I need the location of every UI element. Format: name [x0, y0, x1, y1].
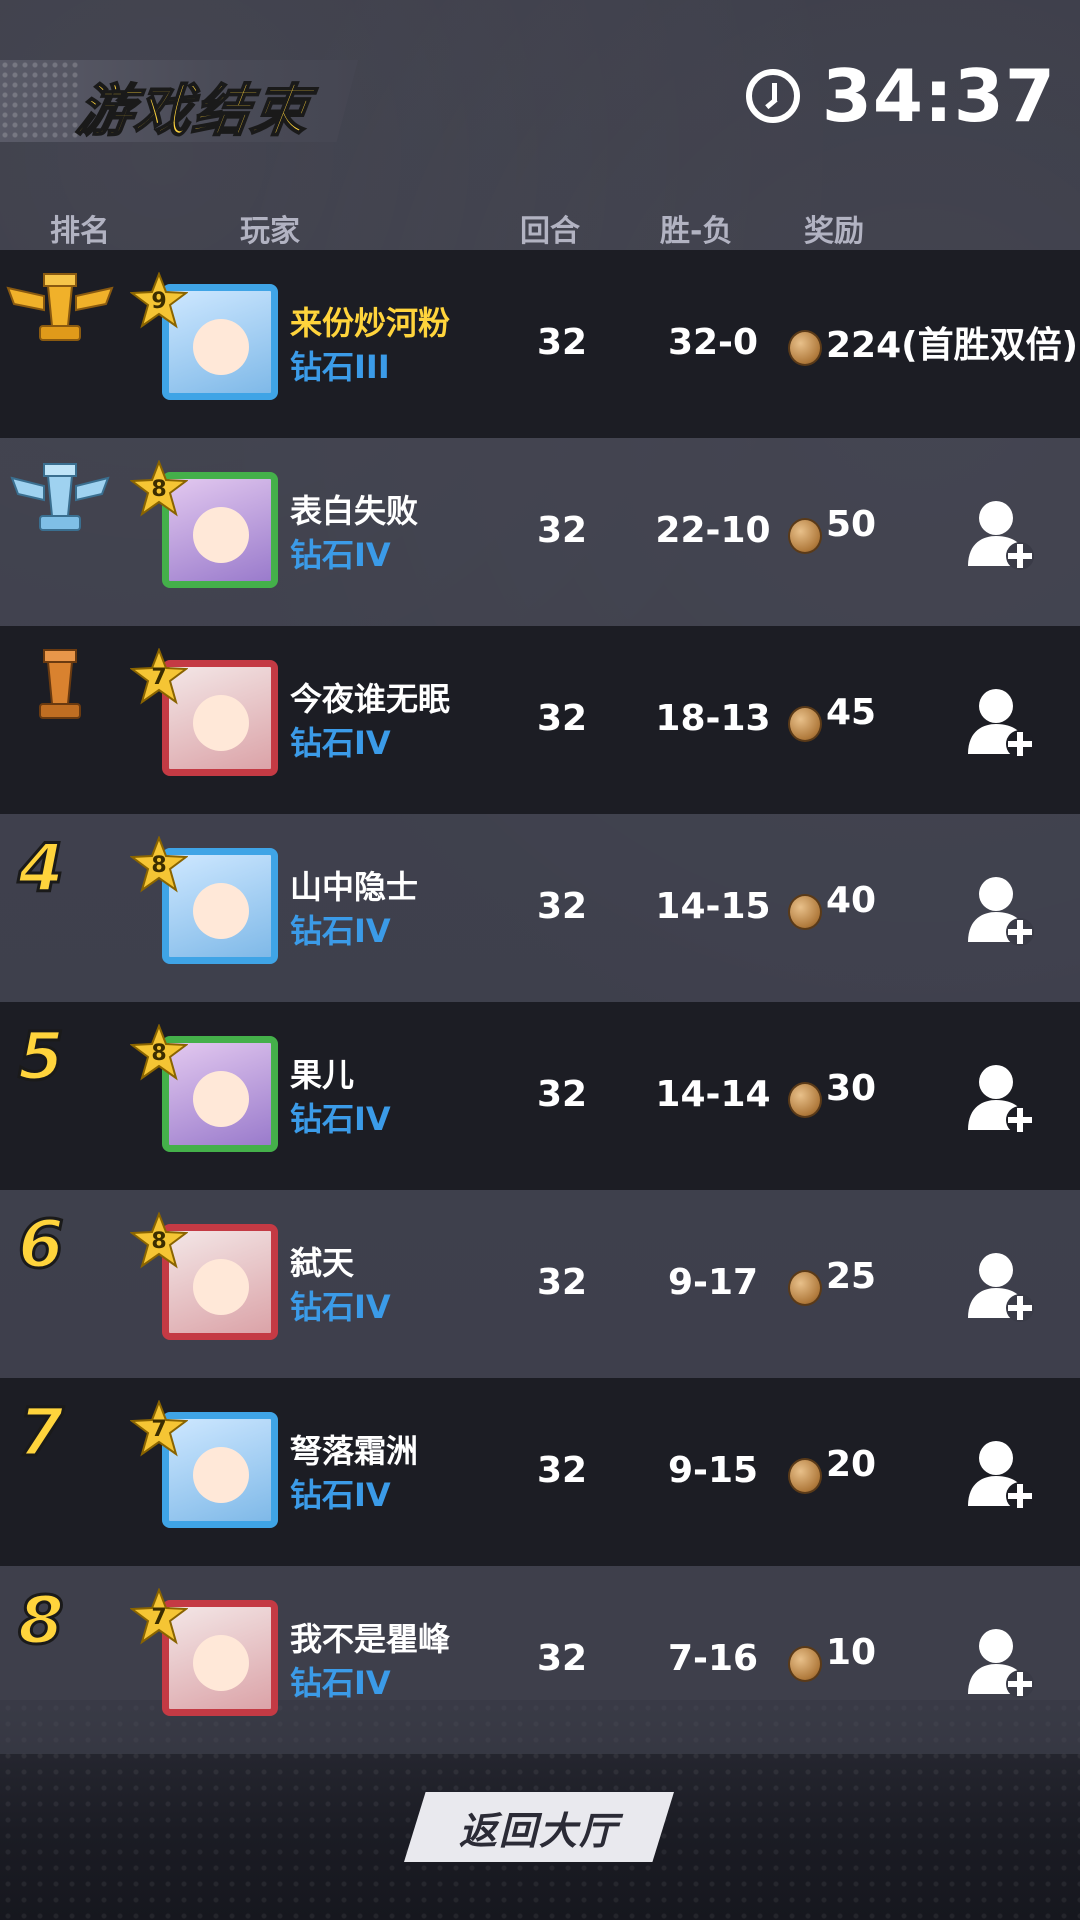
header-player: 玩家 — [240, 214, 300, 249]
player-reward: 10 — [826, 1632, 877, 1673]
player-tier: 钻石IV — [290, 1664, 391, 1702]
player-win-loss: 32-0 — [667, 322, 759, 363]
player-win-loss: 9-17 — [667, 1262, 759, 1303]
player-rounds: 32 — [536, 698, 588, 739]
header-win-loss: 胜-负 — [660, 214, 733, 249]
player-rounds: 32 — [536, 1074, 588, 1115]
add-friend-icon[interactable] — [966, 686, 1036, 758]
silver-rank-trophy-icon — [10, 463, 110, 531]
player-tier: 钻石III — [290, 348, 390, 386]
coin-icon — [788, 518, 822, 554]
level-star-icon — [130, 836, 188, 893]
player-reward: 45 — [826, 692, 877, 733]
add-friend-icon[interactable] — [966, 1062, 1036, 1134]
coin-icon — [788, 1458, 822, 1494]
add-friend-icon[interactable] — [966, 1626, 1036, 1698]
coin-icon — [788, 1082, 822, 1118]
return-to-lobby-button[interactable]: 返回大厅 — [404, 1792, 674, 1862]
player-name: 来份炒河粉 — [290, 304, 451, 342]
player-rounds: 32 — [536, 1638, 588, 1679]
gold-rank-trophy-icon — [6, 273, 114, 341]
player-rank: 5 — [17, 1017, 66, 1097]
player-name: 山中隐士 — [290, 868, 419, 906]
add-friend-icon[interactable] — [966, 874, 1036, 946]
player-rounds: 32 — [536, 1450, 588, 1491]
player-tier: 钻石IV — [290, 1476, 391, 1514]
player-rank: 8 — [17, 1581, 66, 1661]
bronze-rank-trophy-icon — [39, 649, 81, 719]
coin-icon — [788, 894, 822, 930]
level-star-icon — [130, 272, 188, 329]
player-tier: 钻石IV — [290, 536, 391, 574]
player-name: 表白失败 — [290, 492, 419, 530]
player-row: 6 8 弑天 钻石IV 32 9-17 25 — [0, 1190, 1080, 1378]
player-row: 7 今夜谁无眠 钻石IV 32 18-13 45 — [0, 626, 1080, 814]
coin-icon — [788, 1270, 822, 1306]
player-win-loss: 7-16 — [667, 1638, 759, 1679]
player-reward: 30 — [826, 1068, 877, 1109]
player-row: 4 8 山中隐士 钻石IV 32 14-15 40 — [0, 814, 1080, 1002]
player-rounds: 32 — [536, 510, 588, 551]
return-to-lobby-label: 返回大厅 — [458, 1808, 619, 1853]
player-reward: 40 — [826, 880, 877, 921]
player-win-loss: 14-14 — [655, 1074, 771, 1115]
coin-icon — [788, 706, 822, 742]
player-tier: 钻石IV — [290, 724, 391, 762]
player-tier: 钻石IV — [290, 1288, 391, 1326]
game-timer: 34:37 — [745, 54, 1056, 138]
player-rounds: 32 — [536, 322, 588, 363]
player-row: 7 7 弩落霜洲 钻石IV 32 9-15 20 — [0, 1378, 1080, 1566]
player-reward: 25 — [826, 1256, 877, 1297]
player-rank: 6 — [17, 1205, 66, 1285]
clock-icon — [745, 69, 800, 123]
player-rounds: 32 — [536, 886, 588, 927]
coin-icon — [788, 1646, 822, 1682]
player-win-loss: 18-13 — [655, 698, 771, 739]
add-friend-icon[interactable] — [966, 1250, 1036, 1322]
player-name: 果儿 — [290, 1056, 355, 1094]
header-rank: 排名 — [50, 214, 110, 249]
player-row: 9 来份炒河粉 钻石III 32 32-0 224(首胜双倍) — [0, 250, 1080, 438]
level-star-icon — [130, 1024, 188, 1081]
add-friend-icon[interactable] — [966, 498, 1036, 570]
player-rank: 7 — [17, 1393, 66, 1473]
player-tier: 钻石IV — [290, 1100, 391, 1138]
player-rounds: 32 — [536, 1262, 588, 1303]
player-row: 5 8 果儿 钻石IV 32 14-14 30 — [0, 1002, 1080, 1190]
player-row: 8 表白失败 钻石IV 32 22-10 50 — [0, 438, 1080, 626]
player-reward: 224(首胜双倍) — [826, 325, 1079, 366]
level-star-icon — [130, 1400, 188, 1457]
player-name: 弑天 — [290, 1244, 355, 1282]
coin-icon — [788, 330, 822, 366]
player-reward: 50 — [826, 504, 877, 545]
player-win-loss: 14-15 — [655, 886, 771, 927]
player-name: 我不是瞿峰 — [290, 1620, 451, 1658]
player-name: 今夜谁无眠 — [290, 680, 451, 718]
page-title: 游戏结束 — [72, 78, 315, 145]
level-star-icon — [130, 460, 188, 517]
header-reward: 奖励 — [804, 214, 864, 249]
player-tier: 钻石IV — [290, 912, 391, 950]
player-win-loss: 9-15 — [667, 1450, 759, 1491]
add-friend-icon[interactable] — [966, 1438, 1036, 1510]
player-name: 弩落霜洲 — [290, 1432, 419, 1470]
player-win-loss: 22-10 — [655, 510, 771, 551]
header-rounds: 回合 — [520, 214, 580, 249]
level-star-icon — [130, 648, 188, 705]
player-row: 8 7 我不是瞿峰 钻石IV 32 7-16 10 — [0, 1566, 1080, 1754]
level-star-icon — [130, 1588, 188, 1645]
level-star-icon — [130, 1212, 188, 1269]
player-rank: 4 — [17, 829, 66, 909]
timer-text: 34:37 — [821, 54, 1056, 138]
player-reward: 20 — [826, 1444, 877, 1485]
